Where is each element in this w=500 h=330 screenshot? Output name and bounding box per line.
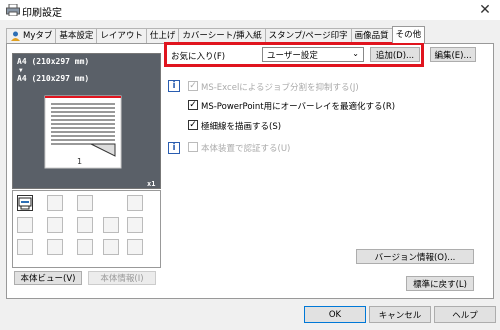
stamp-icon[interactable]: [77, 239, 93, 255]
preview-output-size: A4 (210x297 mm): [17, 74, 90, 83]
font-icon[interactable]: [77, 217, 93, 233]
fold-icon[interactable]: [127, 217, 143, 233]
tab-label: Myタブ: [23, 30, 53, 41]
thin-line-label: 極細線を描画する(S): [201, 122, 282, 132]
paper-icon: 1: [44, 95, 122, 169]
tab-mytab[interactable]: Myタブ: [6, 28, 57, 43]
punch-icon[interactable]: [103, 217, 119, 233]
tray-icon[interactable]: [17, 217, 33, 233]
printer-info-button[interactable]: 本体情報(I): [88, 271, 156, 285]
powerpoint-overlay-checkbox[interactable]: ✓: [188, 100, 198, 110]
printer-icon: [6, 4, 20, 16]
duplex-icon[interactable]: [47, 195, 63, 211]
version-info-button[interactable]: バージョン情報(O)...: [356, 249, 474, 264]
tab-bar: Myタブ 基本設定 レイアウト 仕上げ カバーシート/挿入紙 スタンプ/ページ印…: [6, 26, 426, 43]
thin-line-checkbox[interactable]: ✓: [188, 120, 198, 130]
chevron-down-icon: ⌄: [352, 49, 359, 58]
staple-icon[interactable]: [127, 195, 143, 211]
help-button[interactable]: ヘルプ: [434, 306, 496, 323]
excel-job-split-label: MS-Excelによるジョブ分割を抑制する(J): [201, 83, 359, 93]
printer-view-button[interactable]: 本体ビュー(V): [14, 271, 82, 285]
powerpoint-overlay-label: MS-PowerPoint用にオーバーレイを最適化する(R): [201, 102, 396, 112]
cancel-button[interactable]: キャンセル: [369, 306, 431, 323]
device-auth-label: 本体装置で認証する(U): [201, 144, 291, 154]
ok-button[interactable]: OK: [304, 306, 366, 323]
printer-icon[interactable]: [17, 195, 33, 211]
reset-defaults-button[interactable]: 標準に戻す(L): [406, 276, 474, 291]
tab-basic[interactable]: 基本設定: [55, 28, 98, 43]
close-icon[interactable]: ✕: [470, 0, 500, 20]
window-title: 印刷設定: [22, 8, 62, 19]
tab-stamp[interactable]: スタンプ/ページ印字: [264, 28, 352, 43]
edit-favorite-button[interactable]: 編集(E)...: [430, 47, 476, 62]
tab-image-quality[interactable]: 画像品質: [350, 28, 393, 43]
tab-finishing[interactable]: 仕上げ: [145, 28, 180, 43]
tab-layout[interactable]: レイアウト: [96, 28, 147, 43]
favorites-select[interactable]: ユーザー設定 ⌄: [262, 47, 364, 62]
tab-cover-sheet[interactable]: カバーシート/挿入紙: [178, 28, 266, 43]
page-preview: A4 (210x297 mm) ▼ A4 (210x297 mm) 1 x1: [12, 53, 161, 189]
copies-count: x1: [147, 180, 156, 188]
tab-label: 基本設定: [59, 30, 94, 41]
tab-label: スタンプ/ページ印字: [268, 30, 348, 41]
excel-job-split-checkbox[interactable]: ✓: [188, 81, 198, 91]
favorites-value: ユーザー設定: [267, 50, 318, 61]
device-auth-checkbox[interactable]: [188, 142, 198, 152]
user-icon[interactable]: [47, 239, 63, 255]
tab-other[interactable]: その他: [391, 26, 426, 43]
svg-text:1: 1: [77, 157, 82, 166]
tab-label: 画像品質: [354, 30, 389, 41]
preview-original-size: A4 (210x297 mm): [17, 57, 90, 66]
tab-label: カバーシート/挿入紙: [182, 30, 262, 41]
tab-label: その他: [395, 29, 422, 40]
person-icon: [11, 31, 20, 41]
add-favorite-button[interactable]: 追加(D)...: [370, 47, 420, 62]
function-icon-panel: [12, 190, 161, 268]
info-icon: i: [168, 80, 180, 92]
watermark-icon[interactable]: [103, 239, 119, 255]
booklet-icon[interactable]: [47, 217, 63, 233]
tab-label: 仕上げ: [149, 30, 176, 41]
tab-label: レイアウト: [100, 30, 143, 41]
quality-icon[interactable]: [127, 239, 143, 255]
favorites-label: お気に入り(F): [171, 52, 226, 62]
title-bar: 印刷設定 ✕: [0, 0, 500, 20]
info-icon: i: [168, 142, 180, 154]
cover-icon[interactable]: [17, 239, 33, 255]
collate-icon[interactable]: [77, 195, 93, 211]
